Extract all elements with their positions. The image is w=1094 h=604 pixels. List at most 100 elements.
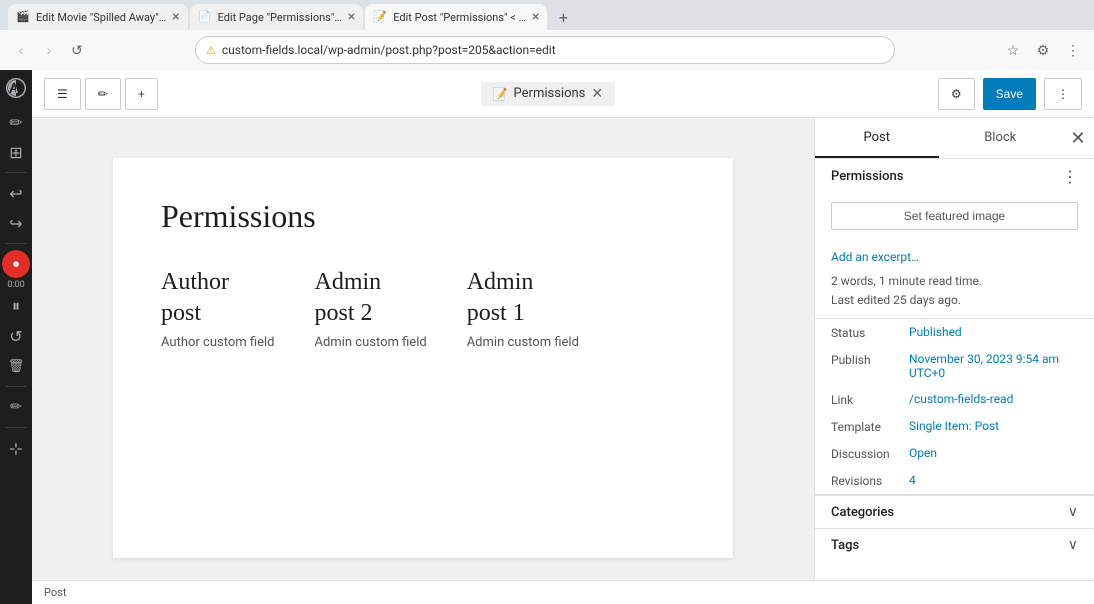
browser-tabs: 🎬 Edit Movie "Spilled Away"… × 📄 Edit Pa…: [0, 0, 1094, 30]
save-button[interactable]: Save: [983, 78, 1036, 110]
tools-button[interactable]: ✏: [85, 78, 121, 110]
revisions-value[interactable]: 4: [909, 473, 1078, 487]
discussion-value[interactable]: Open: [909, 446, 1078, 460]
post-meta-section: Status Published Publish November 30, 20…: [815, 319, 1094, 495]
toolbar-divider-3: [6, 386, 26, 387]
block-admin1-subtext: Admin custom field: [467, 335, 579, 350]
meta-template: Template Single Item: Post: [815, 413, 1094, 440]
topbar-left: ☰ ✏ +: [44, 78, 158, 110]
tab-title-1: Edit Movie "Spilled Away"…: [36, 11, 166, 24]
categories-chevron-icon: ∨: [1068, 504, 1078, 520]
toolbar-redo-button[interactable]: ↪: [2, 209, 30, 237]
block-admin-post1[interactable]: Admin post 1 Admin custom field: [467, 267, 579, 350]
sidebar-tabs: Post Block ✕: [815, 118, 1094, 159]
url-text: custom-fields.local/wp-admin/post.php?po…: [222, 43, 884, 57]
toolbar-pause-button[interactable]: ⏸: [2, 292, 30, 320]
nav-buttons: ‹ › ↺: [8, 37, 90, 63]
toolbar-divider-2: [6, 243, 26, 244]
bookmark-button[interactable]: ☆: [1000, 37, 1026, 63]
add-block-button[interactable]: +: [125, 78, 158, 110]
block-author-line2: post: [161, 300, 201, 326]
set-featured-image-button[interactable]: Set featured image: [831, 202, 1078, 230]
right-sidebar: Post Block ✕ Permissions ⋮ Set featured …: [814, 118, 1094, 580]
tab-close-1[interactable]: ×: [172, 9, 179, 25]
block-author-line1: Author: [161, 269, 229, 295]
tab-title-2: Edit Page "Permissions"…: [218, 11, 342, 24]
categories-label: Categories: [831, 505, 894, 520]
toolbar-grid-button[interactable]: ⊞: [2, 138, 30, 166]
toolbar-delete-button[interactable]: 🗑: [2, 352, 30, 380]
tags-chevron-icon: ∨: [1068, 537, 1078, 553]
meta-discussion: Discussion Open: [815, 440, 1094, 467]
browser-tab-2[interactable]: 📄 Edit Page "Permissions"… ×: [190, 4, 364, 30]
permissions-title: Permissions: [831, 169, 903, 184]
publish-label: Publish: [831, 352, 901, 367]
back-button[interactable]: ‹: [8, 37, 34, 63]
breadcrumb-icon: 📝: [493, 87, 508, 101]
publish-value[interactable]: November 30, 2023 9:54 am UTC+0: [909, 352, 1078, 380]
discussion-label: Discussion: [831, 446, 901, 461]
browser-address-bar: ‹ › ↺ ⚠ custom-fields.local/wp-admin/pos…: [0, 30, 1094, 70]
block-admin1-line1: Admin: [467, 269, 534, 295]
meta-link: Link /custom-fields-read: [815, 386, 1094, 413]
block-author-post[interactable]: Author post Author custom field: [161, 267, 274, 350]
link-value[interactable]: /custom-fields-read: [909, 392, 1078, 406]
tab-block[interactable]: Block: [939, 118, 1063, 158]
tags-collapsible[interactable]: Tags ∨: [815, 528, 1094, 561]
block-author-post-heading: Author post: [161, 267, 274, 329]
block-admin1-heading: Admin post 1: [467, 267, 579, 329]
meta-status: Status Published: [815, 319, 1094, 346]
status-label: Status: [831, 325, 901, 340]
breadcrumb-close[interactable]: ✕: [591, 86, 603, 102]
block-admin1-line2: post 1: [467, 300, 525, 326]
wp-toolbar: ✏ ⊞ ↩ ↪ ⏺ 0:00 ⏸ ↺ 🗑 ✏ ⊹: [0, 70, 32, 604]
security-icon: ⚠: [206, 44, 216, 57]
toolbar-edit-button[interactable]: ✏: [2, 393, 30, 421]
tab-close-2[interactable]: ×: [348, 9, 355, 25]
topbar-right: ⚙ Save ⋮: [938, 78, 1082, 110]
toolbar-undo-button[interactable]: ↩: [2, 179, 30, 207]
categories-collapsible[interactable]: Categories ∨: [815, 495, 1094, 528]
permissions-panel: Permissions ⋮ Set featured image Add an …: [815, 159, 1094, 319]
block-admin-post2[interactable]: Admin post 2 Admin custom field: [314, 267, 426, 350]
sidebar-close-button[interactable]: ✕: [1062, 118, 1094, 158]
block-admin2-line1: Admin: [314, 269, 381, 295]
permissions-header[interactable]: Permissions ⋮: [815, 159, 1094, 194]
tab-close-3[interactable]: ×: [532, 9, 539, 25]
more-button[interactable]: ⋮: [1044, 78, 1082, 110]
forward-button[interactable]: ›: [36, 37, 62, 63]
template-value[interactable]: Single Item: Post: [909, 419, 1078, 433]
toolbar-pen-button[interactable]: ✏: [2, 108, 30, 136]
toolbar-replay-button[interactable]: ↺: [2, 322, 30, 350]
template-label: Template: [831, 419, 901, 434]
document-canvas: Permissions Author post Author custom fi…: [32, 118, 814, 580]
new-tab-button[interactable]: +: [549, 4, 577, 30]
reload-button[interactable]: ↺: [64, 37, 90, 63]
document-paper: Permissions Author post Author custom fi…: [113, 158, 733, 558]
document-title[interactable]: Permissions: [161, 198, 685, 235]
toolbar-grid2-button[interactable]: ⊹: [2, 434, 30, 462]
meta-revisions: Revisions 4: [815, 467, 1094, 494]
add-excerpt-link[interactable]: Add an excerpt…: [815, 246, 1094, 268]
meta-publish: Publish November 30, 2023 9:54 am UTC+0: [815, 346, 1094, 386]
permissions-more-icon[interactable]: ⋮: [1062, 167, 1078, 186]
sidebar-content: Permissions ⋮ Set featured image Add an …: [815, 159, 1094, 580]
toolbar-record-button[interactable]: ⏺: [2, 250, 30, 278]
link-label: Link: [831, 392, 901, 407]
status-value[interactable]: Published: [909, 325, 1078, 339]
permissions-section-content: Set featured image: [815, 194, 1094, 246]
tab-favicon-2: 📄: [198, 10, 212, 24]
settings-button[interactable]: ⚙: [938, 78, 975, 110]
word-count-text: 2 words, 1 minute read time.: [831, 272, 1078, 291]
tab-post[interactable]: Post: [815, 118, 939, 158]
toolbar-divider-4: [6, 427, 26, 428]
tab-title-3: Edit Post "Permissions" < …: [393, 11, 526, 24]
browser-tab-3[interactable]: 📝 Edit Post "Permissions" < … ×: [365, 4, 547, 30]
toggle-sidebar-button[interactable]: ☰: [44, 78, 81, 110]
url-bar[interactable]: ⚠ custom-fields.local/wp-admin/post.php?…: [195, 36, 895, 64]
breadcrumb-tab[interactable]: 📝 Permissions ✕: [481, 82, 616, 106]
extensions-button[interactable]: ⚙: [1030, 37, 1056, 63]
menu-button[interactable]: ⋮: [1060, 37, 1086, 63]
wp-logo[interactable]: [2, 74, 30, 102]
browser-tab-1[interactable]: 🎬 Edit Movie "Spilled Away"… ×: [8, 4, 188, 30]
